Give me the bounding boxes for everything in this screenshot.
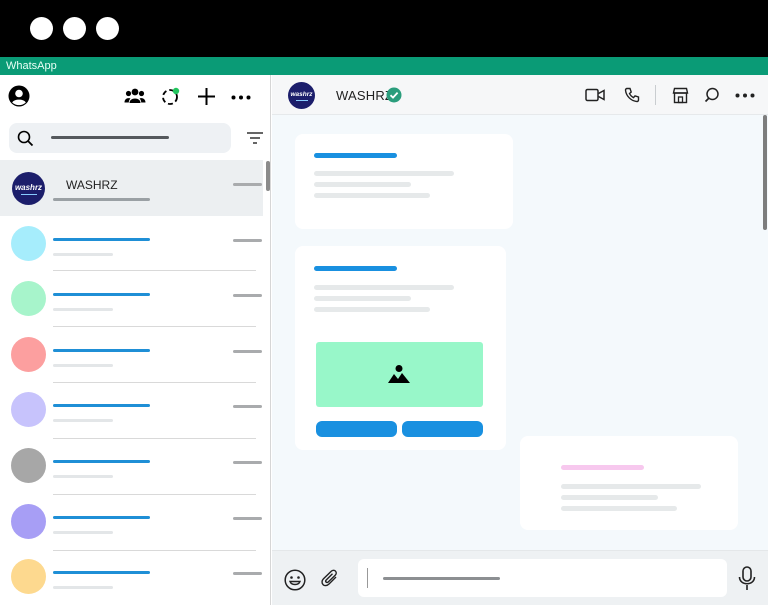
conversation-scrollbar[interactable] bbox=[763, 115, 767, 230]
message-action-button[interactable] bbox=[402, 421, 483, 437]
chat-time-placeholder bbox=[233, 239, 262, 242]
chat-name-placeholder bbox=[53, 293, 150, 296]
chat-preview-placeholder bbox=[53, 419, 113, 422]
message-line-placeholder bbox=[314, 171, 454, 176]
avatar bbox=[11, 448, 46, 483]
image-placeholder-icon bbox=[388, 365, 410, 383]
chat-time-placeholder bbox=[233, 572, 262, 575]
chat-name-placeholder bbox=[53, 460, 150, 463]
chat-list-scrollbar[interactable] bbox=[266, 161, 270, 191]
chat-name-placeholder bbox=[53, 404, 150, 407]
chat-row[interactable] bbox=[0, 438, 263, 494]
message-image[interactable] bbox=[316, 342, 483, 407]
chat-preview-placeholder bbox=[53, 531, 113, 534]
attach-icon[interactable] bbox=[320, 568, 342, 590]
conversation-header: washrz WASHRZ bbox=[272, 75, 768, 115]
chat-time-placeholder bbox=[233, 294, 262, 297]
contact-logo-text: washrz bbox=[290, 90, 313, 98]
incoming-message[interactable] bbox=[295, 134, 513, 229]
chat-list-header bbox=[0, 75, 270, 117]
chat-row[interactable] bbox=[0, 382, 263, 438]
chat-row[interactable] bbox=[0, 327, 263, 383]
chat-preview-placeholder bbox=[53, 253, 113, 256]
conversation-menu-icon[interactable] bbox=[735, 93, 755, 98]
search-input[interactable] bbox=[9, 123, 231, 153]
chat-time-placeholder bbox=[233, 461, 262, 464]
chat-time-placeholder bbox=[233, 405, 262, 408]
message-line-placeholder bbox=[314, 285, 454, 290]
chat-row[interactable] bbox=[0, 271, 263, 327]
window-control-maximize[interactable] bbox=[96, 17, 119, 40]
message-line-placeholder bbox=[561, 506, 677, 511]
chat-row[interactable] bbox=[0, 494, 263, 550]
chat-name-placeholder bbox=[53, 571, 150, 574]
verified-badge-icon bbox=[386, 87, 402, 103]
contact-logo-underline bbox=[295, 99, 308, 101]
message-line-placeholder bbox=[314, 193, 430, 198]
avatar-washrz: washrz bbox=[12, 172, 45, 205]
catalog-store-icon[interactable] bbox=[672, 87, 689, 104]
microphone-icon[interactable] bbox=[738, 566, 756, 591]
avatar bbox=[11, 226, 46, 261]
chat-preview-placeholder bbox=[53, 364, 113, 367]
status-icon[interactable] bbox=[160, 86, 182, 106]
search-messages-icon[interactable] bbox=[704, 87, 720, 103]
message-title-placeholder bbox=[314, 153, 397, 158]
contact-avatar[interactable]: washrz bbox=[288, 82, 315, 109]
chat-time-placeholder bbox=[233, 183, 262, 186]
avatar-logo-underline bbox=[20, 193, 37, 195]
search-icon bbox=[17, 130, 34, 147]
message-line-placeholder bbox=[314, 296, 411, 301]
emoji-icon[interactable] bbox=[284, 569, 306, 591]
chat-name: WASHRZ bbox=[66, 178, 118, 192]
search-text-placeholder bbox=[51, 136, 169, 139]
text-caret bbox=[367, 568, 368, 588]
avatar bbox=[11, 559, 46, 594]
voice-call-icon[interactable] bbox=[624, 87, 640, 103]
chat-row[interactable] bbox=[0, 216, 263, 272]
window-control-close[interactable] bbox=[30, 17, 53, 40]
message-line-placeholder bbox=[314, 307, 430, 312]
app-title: WhatsApp bbox=[0, 57, 768, 75]
avatar bbox=[11, 504, 46, 539]
message-input[interactable] bbox=[358, 559, 727, 597]
message-line-placeholder bbox=[314, 182, 411, 187]
menu-dots-icon[interactable] bbox=[231, 95, 251, 100]
chat-preview-placeholder bbox=[53, 198, 150, 201]
avatar bbox=[11, 392, 46, 427]
chat-row-washrz[interactable]: washrz WASHRZ bbox=[0, 160, 263, 216]
chat-row[interactable] bbox=[0, 549, 263, 605]
conversation-pane: washrz WASHRZ bbox=[272, 75, 768, 605]
message-input-placeholder bbox=[383, 577, 500, 580]
chat-preview-placeholder bbox=[53, 475, 113, 478]
message-title-placeholder bbox=[561, 465, 644, 470]
message-line-placeholder bbox=[561, 484, 701, 489]
chat-time-placeholder bbox=[233, 517, 262, 520]
incoming-template-message[interactable] bbox=[295, 246, 506, 450]
chat-name-placeholder bbox=[53, 349, 150, 352]
chat-list-pane: washrz WASHRZ bbox=[0, 75, 271, 605]
chat-name-placeholder bbox=[53, 516, 150, 519]
message-title-placeholder bbox=[314, 266, 397, 271]
contact-name[interactable]: WASHRZ bbox=[336, 88, 393, 103]
window-chrome bbox=[0, 0, 768, 57]
chat-preview-placeholder bbox=[53, 586, 113, 589]
filter-icon[interactable] bbox=[246, 131, 264, 145]
communities-icon[interactable] bbox=[124, 87, 146, 105]
video-call-icon[interactable] bbox=[585, 88, 605, 102]
chat-name-placeholder bbox=[53, 238, 150, 241]
outgoing-message[interactable] bbox=[520, 436, 738, 530]
header-divider bbox=[655, 85, 656, 105]
chat-time-placeholder bbox=[233, 350, 262, 353]
profile-icon[interactable] bbox=[8, 85, 30, 107]
avatar bbox=[11, 337, 46, 372]
new-chat-icon[interactable] bbox=[197, 87, 216, 106]
window-control-minimize[interactable] bbox=[63, 17, 86, 40]
message-line-placeholder bbox=[561, 495, 658, 500]
avatar bbox=[11, 281, 46, 316]
chat-preview-placeholder bbox=[53, 308, 113, 311]
compose-bar bbox=[272, 550, 768, 605]
avatar-logo-text: washrz bbox=[14, 182, 43, 192]
message-action-button[interactable] bbox=[316, 421, 397, 437]
